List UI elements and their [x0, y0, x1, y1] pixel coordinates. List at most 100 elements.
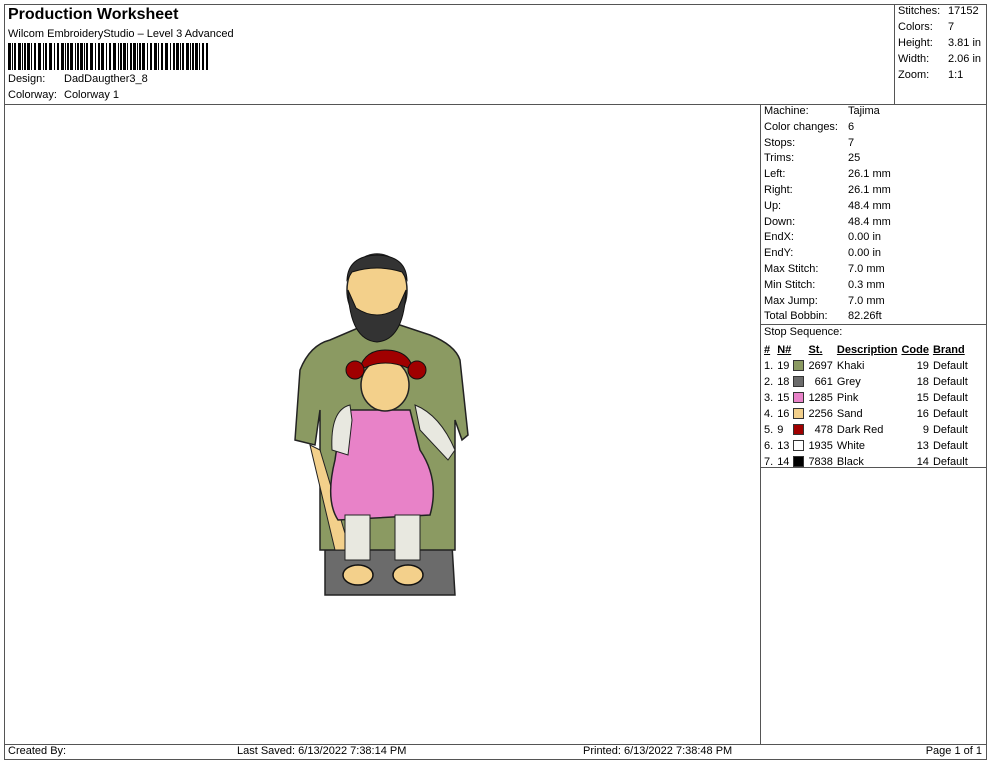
info-row: Right: 26.1 mm: [764, 184, 984, 198]
barcode-bar: [127, 43, 128, 70]
color-swatch: [793, 439, 805, 451]
stop-num: 4.: [764, 408, 774, 420]
barcode-bar: [54, 43, 55, 70]
info-value: 6: [848, 120, 855, 133]
color-swatch-cell: [791, 422, 806, 438]
barcode-bar: [123, 43, 126, 70]
page-footer: Created By: Last Saved: 6/13/2022 7:38:1…: [5, 745, 986, 759]
stat-label: Stitches:: [898, 5, 941, 17]
info-value: 7.0 mm: [848, 263, 885, 275]
barcode-bar: [192, 43, 194, 70]
table-row: 3. 15 1285 Pink 15 Default: [762, 390, 970, 406]
barcode-bar: [22, 43, 23, 70]
stats-divider: [894, 5, 895, 104]
stitch-count: 2697: [808, 360, 833, 372]
barcode-bar: [24, 43, 26, 70]
color-code: 14: [916, 456, 929, 468]
barcode-bar: [34, 43, 36, 70]
stat-row: Stitches: 17152: [898, 5, 984, 19]
info-label: Max Stitch:: [764, 263, 819, 275]
col-desc: Description: [836, 344, 898, 356]
color-description: White: [836, 440, 866, 452]
stop-num: 6.: [764, 440, 774, 452]
info-value: 26.1 mm: [848, 184, 891, 196]
info-value: 26.1 mm: [848, 168, 891, 181]
info-value: Tajima: [848, 105, 880, 117]
barcode-bar: [101, 43, 104, 70]
color-swatch: [793, 375, 805, 387]
color-brand: Default: [932, 408, 968, 420]
barcode-bar: [180, 43, 181, 70]
info-value: 25: [848, 152, 861, 165]
barcode-bar: [84, 43, 85, 70]
info-label: Up:: [764, 199, 782, 212]
stat-label: Width:: [898, 53, 930, 65]
barcode-bar: [118, 43, 119, 70]
barcode-bar: [199, 43, 200, 70]
color-description: Grey: [836, 376, 861, 388]
stop-num: 2.: [764, 376, 774, 388]
barcode-bar: [80, 43, 83, 70]
info-label: Total Bobbin:: [764, 310, 828, 323]
barcode-bar: [57, 43, 59, 70]
stop-num: 5.: [764, 424, 774, 436]
color-swatch-cell: [791, 374, 806, 390]
color-code: 9: [922, 424, 929, 436]
info-value: 7: [848, 136, 855, 149]
barcode-bar: [49, 43, 52, 70]
color-description: Khaki: [836, 360, 865, 372]
barcode-bar: [67, 43, 69, 70]
barcode-bar: [158, 43, 159, 70]
stat-row: Colors: 7: [898, 21, 984, 35]
barcode-bar: [120, 43, 122, 70]
barcode-bar: [12, 43, 13, 70]
barcode-bar: [137, 43, 138, 70]
needle-num: 13: [777, 440, 790, 452]
stat-label: Colors:: [898, 21, 933, 33]
last-saved: Last Saved: 6/13/2022 7:38:14 PM: [237, 745, 407, 757]
color-code: 19: [916, 360, 929, 372]
color-code: 18: [916, 376, 929, 388]
barcode-bar: [14, 43, 16, 70]
barcode-bar: [90, 43, 93, 70]
stop-num: 1.: [764, 360, 774, 372]
created-by: Created By:: [8, 745, 67, 757]
info-label: EndY:: [764, 247, 794, 260]
col-num: #: [764, 344, 771, 356]
info-value: 7.0 mm: [848, 294, 885, 307]
barcode-bar: [206, 43, 208, 70]
barcode-bar: [70, 43, 73, 70]
needle-num: 16: [777, 408, 790, 420]
color-brand: Default: [932, 440, 968, 452]
info-label: Max Jump:: [764, 294, 818, 307]
barcode-bar: [147, 43, 148, 70]
table-row: 1. 19 2697 Khaki 19 Default: [762, 358, 970, 374]
stop-num: 7.: [764, 456, 774, 468]
color-swatch: [793, 407, 805, 419]
info-label: Machine:: [764, 105, 809, 117]
info-value: 0.3 mm: [848, 278, 885, 291]
colorway-label: Colorway:: [8, 89, 57, 101]
barcode-bar: [98, 43, 100, 70]
table-row: 4. 16 2256 Sand 16 Default: [762, 406, 970, 422]
color-swatch-cell: [791, 358, 806, 374]
stitch-count: 478: [814, 424, 833, 436]
design-label: Design:: [8, 73, 46, 85]
stat-label: Zoom:: [898, 69, 930, 81]
barcode-bar: [130, 43, 132, 70]
info-label: Stops:: [764, 136, 796, 149]
barcode-bar: [186, 43, 189, 70]
color-swatch-cell: [791, 390, 806, 406]
printed-date: Printed: 6/13/2022 7:38:48 PM: [583, 745, 733, 757]
barcode-bar: [165, 43, 168, 70]
barcode-bar: [43, 43, 44, 70]
color-code: 13: [916, 440, 929, 452]
needle-num: 19: [777, 360, 790, 372]
info-row: Min Stitch: 0.3 mm: [764, 279, 984, 293]
colorway-value: Colorway 1: [64, 89, 120, 101]
color-description: Pink: [836, 392, 859, 404]
info-row: Up: 48.4 mm: [764, 200, 984, 214]
stat-value: 3.81 in: [948, 37, 982, 49]
barcode-bar: [77, 43, 79, 70]
barcode-bar: [61, 43, 64, 70]
